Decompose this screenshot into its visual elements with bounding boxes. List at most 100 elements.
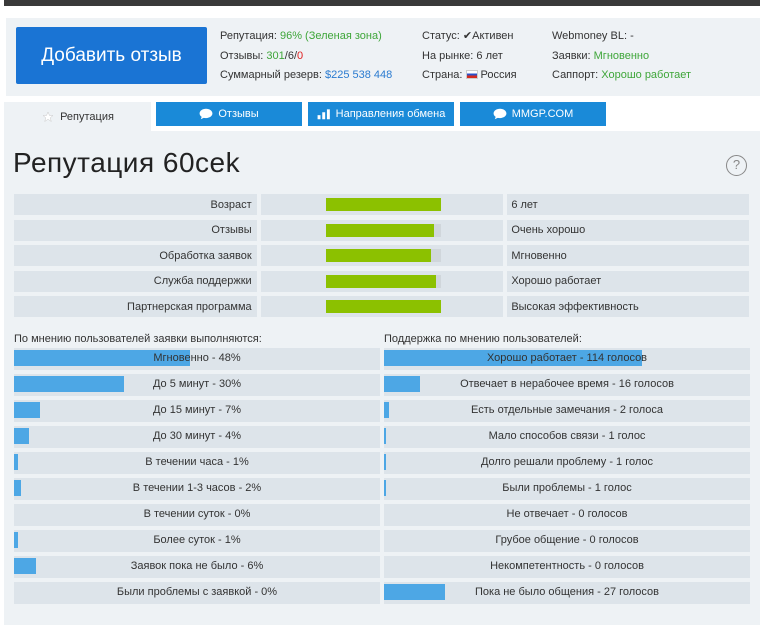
metric-bar-track — [325, 223, 441, 237]
metric-row: Партнерская программа Высокая эффективнос… — [14, 296, 749, 318]
page-title: Репутация 60cek — [13, 147, 241, 178]
metric-bar-fill — [325, 274, 437, 288]
left-column-title: По мнению пользователей заявки выполняют… — [14, 333, 262, 345]
list-item-label: Пока не было общения - 27 голосов — [474, 586, 660, 598]
list-item-label: До 5 минут - 30% — [152, 378, 242, 390]
list-item: Были проблемы с заявкой - 0% — [14, 582, 380, 604]
metric-row: Возраст 6 лет — [14, 194, 749, 215]
support-row: Саппорт: Хорошо работает — [552, 69, 692, 81]
metric-bar-track — [325, 274, 441, 288]
list-item: В течении часа - 1% — [14, 452, 380, 474]
list-item-label: До 30 минут - 4% — [152, 430, 242, 442]
metric-bar-fill — [325, 300, 441, 314]
help-icon[interactable]: ? — [726, 155, 747, 176]
metric-bar-fill — [325, 198, 441, 211]
list-item-label: Грубое общение - 0 голосов — [495, 534, 639, 546]
support-opinion-list: Хорошо работает - 114 голосов Отвечает в … — [384, 348, 750, 608]
list-item: Заявок пока не было - 6% — [14, 556, 380, 578]
reviews-row: Отзывы: 301/6/0 — [220, 49, 304, 62]
list-item: До 5 минут - 30% — [14, 374, 380, 396]
metric-row: Отзывы Очень хорошо — [14, 219, 749, 241]
list-item-label: В течении 1-3 часов - 2% — [132, 482, 262, 494]
tab-bar: Репутация Отзывы Направления обмена MMGP… — [4, 102, 760, 132]
market-value: 6 лет — [476, 49, 503, 62]
list-item-label: Отвечает в нерабочее время - 16 голосов — [460, 378, 674, 390]
reviews-positive[interactable]: 301 — [266, 50, 284, 62]
list-item: Мало способов связи - 1 голос — [384, 426, 750, 448]
list-item: Некомпетентность - 0 голосов — [384, 556, 750, 578]
metric-bar — [260, 194, 504, 215]
list-item: Не отвечает - 0 голосов — [384, 504, 750, 526]
list-item-label: В течении суток - 0% — [143, 508, 251, 520]
list-item: Были проблемы - 1 голос — [384, 478, 750, 500]
list-item: Пока не было общения - 27 голосов — [384, 582, 750, 604]
metric-bar — [260, 270, 504, 292]
reputation-value: 96% (Зеленая зона) — [279, 30, 382, 42]
wmbl-row: Webmoney BL: - — [552, 30, 634, 42]
list-item: Грубое общение - 0 голосов — [384, 530, 750, 552]
list-item-label: Есть отдельные замечания - 2 голоса — [471, 404, 663, 416]
summary-column-2: Статус: ✔Активен На рынке: 6 лет Страна:… — [422, 27, 517, 86]
country-value: Россия — [480, 69, 517, 81]
list-item-label: Некомпетентность - 0 голосов — [490, 560, 644, 572]
market-row: На рынке: 6 лет — [422, 49, 503, 62]
country-row: Страна: Россия — [422, 69, 517, 81]
bar-chart-icon — [317, 109, 330, 120]
metric-bar — [260, 245, 504, 267]
list-item-label: Более суток - 1% — [153, 534, 241, 546]
metric-value: Мгновенно — [507, 245, 749, 267]
support-value: Хорошо работает — [601, 69, 692, 81]
requests-value: Мгновенно — [593, 49, 650, 62]
metric-value: Очень хорошо — [507, 219, 749, 241]
list-item: В течении суток - 0% — [14, 504, 380, 526]
metric-bar-track — [325, 249, 441, 263]
russia-flag-icon — [465, 70, 478, 79]
metric-label: Партнерская программа — [14, 296, 257, 318]
list-item-label: В течении часа - 1% — [145, 456, 249, 468]
list-item: Более суток - 1% — [14, 530, 380, 552]
reserve-value[interactable]: $225 538 448 — [325, 69, 392, 81]
list-item: Мгновенно - 48% — [14, 348, 380, 370]
list-item-label: Были проблемы с заявкой - 0% — [116, 586, 278, 598]
metric-value: Хорошо работает — [507, 270, 749, 292]
window-top-bar — [4, 0, 760, 6]
add-review-button[interactable]: Добавить отзыв — [16, 27, 207, 84]
metric-bar-fill — [325, 249, 432, 263]
metric-label: Обработка заявок — [14, 245, 257, 267]
tab-mmgp[interactable]: MMGP.COM — [460, 102, 606, 126]
processing-speed-list: Мгновенно - 48% До 5 минут - 30% До 15 мин… — [14, 348, 380, 608]
list-item: Хорошо работает - 114 голосов — [384, 348, 750, 370]
list-item-label: Не отвечает - 0 голосов — [506, 508, 628, 520]
list-item-label: Мало способов связи - 1 голос — [488, 430, 646, 442]
status-value: ✔Активен — [462, 30, 514, 42]
reviews-negative[interactable]: 0 — [297, 50, 303, 62]
list-item-label: Были проблемы - 1 голос — [502, 482, 632, 494]
reputation-row: Репутация: 96% (Зеленая зона) — [220, 30, 382, 42]
reputation-metrics: Возраст 6 лет Отзывы Очень хорошо Обработка … — [14, 194, 749, 322]
status-row: Статус: ✔Активен — [422, 30, 514, 42]
list-item-label: До 15 минут - 7% — [152, 404, 242, 416]
metric-value: 6 лет — [507, 194, 749, 215]
chat-bubble-icon — [493, 108, 507, 120]
list-item-label: Мгновенно - 48% — [153, 352, 241, 364]
exchanger-header: Добавить отзыв Репутация: 96% (Зеленая з… — [6, 18, 760, 96]
metric-row: Обработка заявок Мгновенно — [14, 245, 749, 267]
list-item: До 30 минут - 4% — [14, 426, 380, 448]
summary-column-3: Webmoney BL: - Заявки: Мгновенно Саппорт… — [552, 27, 691, 86]
metric-bar-fill — [325, 223, 434, 237]
metric-row: Служба поддержки Хорошо работает — [14, 270, 749, 292]
list-item: До 15 минут - 7% — [14, 400, 380, 422]
tab-reviews[interactable]: Отзывы — [156, 102, 302, 126]
list-item-label: Хорошо работает - 114 голосов — [486, 352, 648, 364]
metric-label: Возраст — [14, 194, 257, 215]
list-item: В течении 1-3 часов - 2% — [14, 478, 380, 500]
list-item: Отвечает в нерабочее время - 16 голосов — [384, 374, 750, 396]
summary-column-1: Репутация: 96% (Зеленая зона) Отзывы: 30… — [220, 27, 392, 86]
tab-exchange-directions[interactable]: Направления обмена — [308, 102, 454, 126]
tab-reputation[interactable]: Репутация — [4, 102, 151, 132]
metric-bar-track — [325, 300, 441, 314]
list-item-label: Заявок пока не было - 6% — [130, 560, 264, 572]
metric-bar — [260, 219, 504, 241]
wmbl-value: - — [630, 30, 634, 42]
metric-value: Высокая эффективность — [507, 296, 749, 318]
